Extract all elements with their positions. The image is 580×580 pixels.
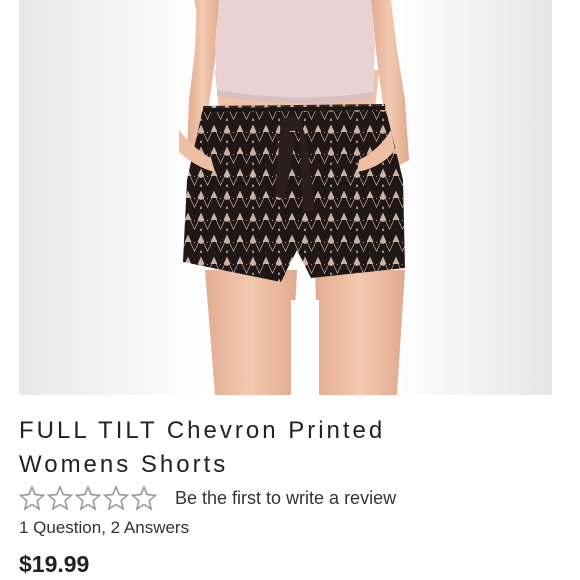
product-title-line-1: FULL TILT Chevron Printed [19, 417, 386, 444]
questions-answers-link[interactable]: 1 Question, 2 Answers [19, 518, 189, 538]
product-image[interactable] [19, 0, 552, 395]
model-photo-illustration [179, 0, 409, 395]
star-rating[interactable] [19, 485, 157, 511]
product-title: FULL TILT Chevron Printed Womens Shorts [19, 414, 559, 482]
product-title-line-2: Womens Shorts [19, 451, 229, 478]
star-outline-icon [47, 485, 73, 511]
star-outline-icon [75, 485, 101, 511]
write-review-link[interactable]: Be the first to write a review [175, 488, 396, 509]
product-page: FULL TILT Chevron Printed Womens Shorts … [0, 0, 580, 580]
rating-row: Be the first to write a review [19, 484, 396, 512]
star-outline-icon [19, 485, 45, 511]
product-price: $19.99 [19, 551, 90, 577]
star-outline-icon [103, 485, 129, 511]
star-outline-icon [131, 485, 157, 511]
